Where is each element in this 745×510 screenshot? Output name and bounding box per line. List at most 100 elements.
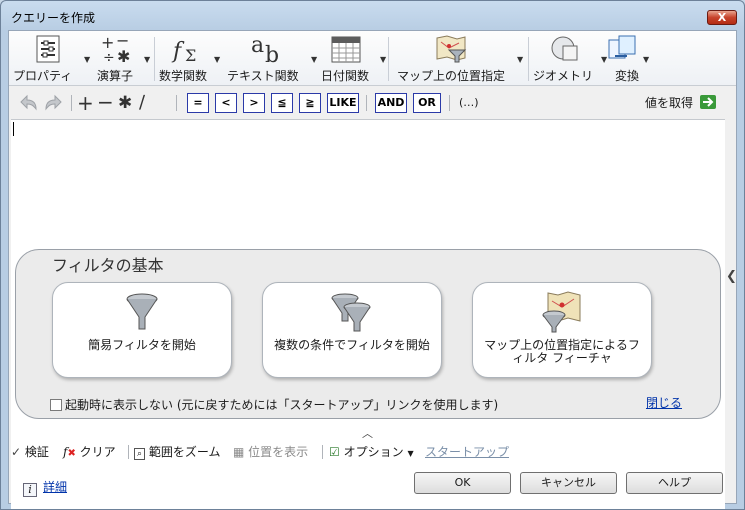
parentheses-button[interactable]: (…) [459,93,479,113]
clear-label: クリア [79,445,116,459]
map-filter-icon [436,35,467,63]
calendar-icon [331,36,361,63]
toolbar-divider [366,95,367,111]
svg-text:✱: ✱ [117,47,130,64]
filter-basics-panel: フィルタの基本 簡易フィルタを開始 複数の条件でフィルタを開始 マップ上の位置指… [15,249,721,419]
collapse-left-icon[interactable]: ❮ [726,269,737,284]
show-location-icon: ▦ [233,445,245,459]
properties-button[interactable]: プロパティ ▼ [13,31,90,86]
operators-label: 演算子 [97,69,134,83]
simple-filter-label: 簡易フィルタを開始 [88,338,196,352]
cancel-button[interactable]: キャンセル [520,472,617,494]
toolbar-divider [71,95,72,111]
details-link-row[interactable]: i 詳細 [23,478,67,497]
svg-text:÷: ÷ [103,50,115,64]
multi-condition-filter-label: 複数の条件でフィルタを開始 [274,338,430,352]
operators-button[interactable]: + − ÷ ✱ 演算子 ▼ [93,31,150,86]
map-location-button[interactable]: マップ上の位置指定 ▼ [393,31,523,86]
options-label: オプション [343,445,404,459]
divide-icon[interactable]: ∕ [139,93,145,113]
ribbon: プロパティ ▼ + − ÷ ✱ 演算子 ▼ f Σ 数学関数 ▼ a b テキス… [9,31,736,86]
get-value-button[interactable]: 値を取得 [645,93,716,113]
geometry-label: ジオメトリ [533,69,594,83]
show-location-button[interactable]: ▦ 位置を表示 [233,443,308,460]
function-icon: f Σ [171,39,196,64]
chevron-down-icon: ▼ [214,55,221,64]
chevron-down-icon: ▼ [517,55,524,64]
ribbon-divider [528,37,529,81]
convert-button[interactable]: 変換 ▼ [605,31,649,86]
ribbon-divider [154,37,155,81]
verify-button[interactable]: ✓ 検証 [11,443,49,460]
zoom-extent-icon: ⌕ [134,448,146,460]
chevron-down-icon: ▼ [84,55,91,64]
undo-icon[interactable] [17,93,39,113]
minus-icon[interactable]: − [97,92,114,113]
greater-equal-button[interactable]: ≧ [299,93,321,113]
toolbar-divider [128,445,129,459]
info-icon: i [23,483,37,497]
redo-icon[interactable] [43,93,65,113]
multi-funnel-icon [331,293,371,332]
map-location-filter-label: マップ上の位置指定によるフィルタ フィーチャ [484,338,640,365]
query-builder-window: クエリーを作成 X プロパティ ▼ + − ÷ ✱ 演算子 ▼ f Σ 数学関数… [0,0,745,510]
zoom-to-extent-button[interactable]: ⌕ 範囲をズーム [134,443,221,460]
bottom-toolbar: ✓ 検証 f✖ クリア ⌕ 範囲をズーム ▦ 位置を表示 ☑ オプション ▼ ス… [9,439,736,463]
get-value-label: 値を取得 [645,96,694,110]
chevron-down-icon: ▼ [643,55,650,64]
filter-basics-title: フィルタの基本 [52,256,164,275]
like-button[interactable]: LIKE [327,93,359,113]
toolbar-divider [322,445,323,459]
chevron-down-icon: ▼ [144,55,151,64]
operator-toolbar: + − ✱ ∕ = < > ≦ ≧ LIKE AND OR (…) 値を取得 [9,89,736,117]
window-title: クエリーを作成 [11,11,96,25]
ok-button[interactable]: OK [414,472,511,494]
title-bar: クエリーを作成 X [1,1,744,31]
multiply-icon[interactable]: ✱ [118,93,132,113]
svg-text:b: b [265,43,279,64]
simple-filter-card[interactable]: 簡易フィルタを開始 [52,282,232,378]
text-caret [13,122,14,136]
dont-show-at-startup[interactable]: 起動時に表示しない (元に戻すためには「スタートアップ」リンクを使用します) [50,396,498,413]
clear-button[interactable]: f✖ クリア [63,443,116,460]
less-than-button[interactable]: < [215,93,237,113]
startup-link[interactable]: スタートアップ [425,443,509,460]
convert-icon [608,35,636,59]
date-functions-label: 日付関数 [321,69,370,83]
multi-condition-filter-card[interactable]: 複数の条件でフィルタを開始 [262,282,442,378]
map-location-label: マップ上の位置指定 [397,69,506,83]
startup-checkbox[interactable] [50,399,62,411]
math-functions-button[interactable]: f Σ 数学関数 ▼ [157,31,220,86]
properties-label: プロパティ [13,69,73,83]
less-equal-button[interactable]: ≦ [271,93,293,113]
show-location-label: 位置を表示 [248,445,309,459]
svg-text:f: f [171,39,185,64]
text-function-icon: a b [251,34,279,64]
toolbar-divider [176,95,177,111]
math-functions-label: 数学関数 [159,69,208,83]
window-close-button[interactable]: X [707,10,737,25]
options-check-icon: ☑ [329,445,340,459]
map-location-filter-card[interactable]: マップ上の位置指定によるフィルタ フィーチャ [472,282,652,378]
details-link[interactable]: 詳細 [43,480,67,494]
date-functions-button[interactable]: 日付関数 ▼ [317,31,386,86]
zoom-label: 範囲をズーム [148,445,221,459]
clear-formula-icon: f✖ [63,445,76,459]
text-functions-label: テキスト関数 [227,69,299,83]
geometry-button[interactable]: ジオメトリ ▼ [531,31,607,86]
greater-than-button[interactable]: > [243,93,265,113]
dialog-body: プロパティ ▼ + − ÷ ✱ 演算子 ▼ f Σ 数学関数 ▼ a b テキス… [8,30,737,509]
options-dropdown[interactable]: ☑ オプション ▼ [329,443,414,460]
help-button[interactable]: ヘルプ [626,472,723,494]
svg-text:a: a [251,34,264,58]
and-button[interactable]: AND [375,93,407,113]
svg-text:Σ: Σ [185,46,196,64]
plus-icon[interactable]: + [77,93,94,113]
text-functions-button[interactable]: a b テキスト関数 ▼ [225,31,317,86]
equals-button[interactable]: = [187,93,209,113]
chevron-down-icon: ▼ [380,55,387,64]
close-panel-link[interactable]: 閉じる [646,394,682,411]
checkmark-icon: ✓ [11,445,22,459]
or-button[interactable]: OR [413,93,441,113]
startup-checkbox-label: 起動時に表示しない (元に戻すためには「スタートアップ」リンクを使用します) [65,398,499,412]
